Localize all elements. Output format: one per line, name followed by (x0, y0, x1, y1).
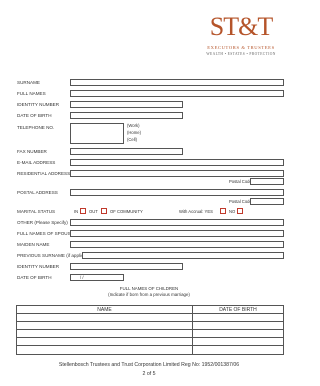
footer-company: Stellenbosch Trustees and Trust Corporat… (58, 362, 240, 368)
postal-code-label-1: Postal Code (229, 179, 252, 184)
postal-code-field-1[interactable] (250, 178, 284, 185)
child-name-cell[interactable] (17, 322, 193, 329)
postal-code-label-2: Postal Code (229, 199, 252, 204)
fax-field[interactable] (70, 148, 183, 155)
marital-status-label: MARITAL STATUS (17, 209, 56, 214)
spouse-identity-number-label: IDENTITY NUMBER (17, 264, 60, 269)
table-row (17, 338, 283, 346)
residential-address-label: RESIDENTIAL ADDRESS (17, 171, 71, 176)
name-column-header: NAME (17, 306, 193, 313)
child-name-cell[interactable] (17, 338, 193, 345)
marital-out-checkbox[interactable] (101, 208, 107, 214)
children-table: NAME DATE OF BIRTH (16, 305, 284, 355)
identity-number-field[interactable] (70, 101, 183, 108)
date-of-birth-field[interactable] (70, 112, 183, 119)
child-dob-cell[interactable] (193, 330, 283, 337)
postal-code-field-2[interactable] (250, 198, 284, 205)
child-name-cell[interactable] (17, 330, 193, 337)
children-subtitle: (Indicate if born from a previous marria… (108, 292, 190, 297)
child-dob-cell[interactable] (193, 346, 283, 354)
logo-subtagline: WEALTH • ESTATES • PROTECTION (206, 52, 276, 56)
spouse-date-of-birth-label: DATE OF BIRTH (17, 275, 52, 280)
accrual-no-checkbox[interactable] (237, 208, 243, 214)
dob-column-header: DATE OF BIRTH (219, 307, 257, 313)
marital-in-checkbox[interactable] (80, 208, 86, 214)
child-dob-cell[interactable] (193, 314, 283, 321)
spouse-names-label: FULL NAMES OF SPOUSE (17, 231, 74, 236)
table-row (17, 322, 283, 330)
surname-field[interactable] (70, 79, 284, 86)
other-label: OTHER (Please Specify) (17, 220, 68, 225)
maiden-name-label: MAIDEN NAME (17, 242, 50, 247)
dob-slashes: / / (80, 275, 84, 280)
telephone-label: TELEPHONE NO. (17, 125, 55, 130)
logo-tagline: EXECUTORS & TRUSTEES (207, 45, 275, 50)
postal-address-field[interactable] (70, 189, 284, 196)
telephone-home-label: (Home) (127, 130, 141, 135)
with-accrual-yes-label: With Accrual: YES (179, 209, 213, 214)
spouse-names-field[interactable] (70, 230, 284, 237)
full-names-field[interactable] (70, 90, 284, 97)
date-of-birth-label: DATE OF BIRTH (17, 113, 52, 118)
surname-label: SURNAME (17, 80, 40, 85)
email-label: E-MAIL ADDRESS (17, 160, 56, 165)
maiden-name-field[interactable] (70, 241, 284, 248)
table-row (17, 346, 283, 354)
child-dob-cell[interactable] (193, 322, 283, 329)
table-row (17, 330, 283, 338)
child-dob-cell[interactable] (193, 338, 283, 345)
children-table-header: NAME DATE OF BIRTH (17, 306, 283, 314)
child-name-cell[interactable] (17, 314, 193, 321)
child-name-cell[interactable] (17, 346, 193, 354)
email-field[interactable] (70, 159, 284, 166)
company-logo: ST&T EXECUTORS & TRUSTEES WEALTH • ESTAT… (196, 12, 286, 64)
page-number: 2 of 5 (142, 371, 156, 377)
telephone-work-label: (Work) (127, 123, 140, 128)
accrual-yes-checkbox[interactable] (220, 208, 226, 214)
identity-number-label: IDENTITY NUMBER (17, 102, 60, 107)
spouse-date-of-birth-field[interactable] (70, 274, 124, 281)
accrual-no-label: NO (229, 209, 236, 214)
residential-address-field[interactable] (70, 170, 284, 177)
marital-in-label: IN (74, 209, 79, 214)
postal-address-label: POSTAL ADDRESS (17, 190, 58, 195)
of-community-label: OF COMMUNITY (110, 209, 143, 214)
telephone-cell-label: (Cell) (127, 137, 138, 142)
previous-surname-field[interactable] (82, 252, 284, 259)
other-field[interactable] (70, 219, 284, 226)
fax-label: FAX NUMBER (17, 149, 47, 154)
full-names-label: FULL NAMES (17, 91, 46, 96)
marital-out-label: OUT (89, 209, 98, 214)
logo-mark: ST&T (209, 12, 273, 41)
table-row (17, 314, 283, 322)
telephone-field[interactable] (70, 123, 124, 144)
spouse-identity-number-field[interactable] (70, 263, 183, 270)
